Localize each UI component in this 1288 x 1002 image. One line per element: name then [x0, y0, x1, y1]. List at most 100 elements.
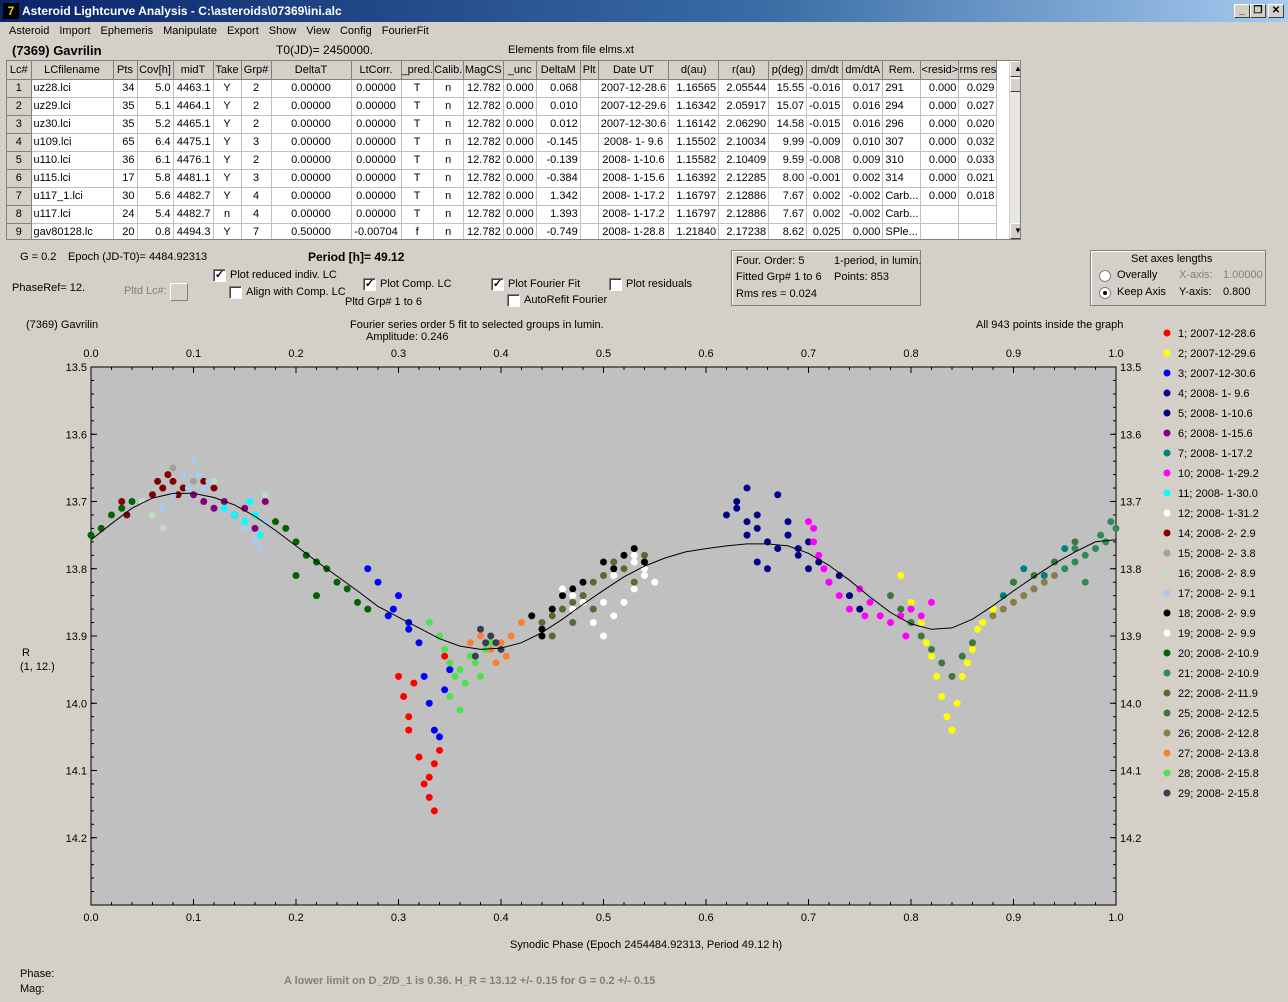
- table-cell[interactable]: n: [433, 187, 464, 206]
- table-cell[interactable]: 0.00000: [351, 151, 402, 170]
- table-cell[interactable]: 8.00: [768, 169, 808, 188]
- table-cell[interactable]: n: [433, 205, 464, 224]
- table-cell[interactable]: 0.000: [920, 151, 960, 170]
- table-cell[interactable]: 2007-12-29.6: [598, 97, 670, 116]
- table-cell[interactable]: 294: [882, 97, 922, 116]
- minimize-button[interactable]: _: [1234, 4, 1250, 18]
- table-cell[interactable]: Y: [213, 115, 242, 134]
- table-cell[interactable]: 0.027: [958, 97, 998, 116]
- table-cell[interactable]: 6.1: [137, 151, 174, 170]
- table-cell[interactable]: 1.393: [536, 205, 581, 224]
- pltd-lc-spinner[interactable]: [170, 283, 188, 301]
- table-cell[interactable]: 15.07: [768, 97, 808, 116]
- table-cell[interactable]: -0.008: [806, 151, 844, 170]
- plot-comp-checkbox[interactable]: ✓: [363, 278, 376, 291]
- lightcurve-chart[interactable]: 0.0 0.0 0.1 0.1 0.2 0.2 0.3 0.3 0.4 0.4 0.5 0.5 0.6 0…: [18, 312, 1280, 960]
- table-cell[interactable]: n: [433, 115, 464, 134]
- table-cell[interactable]: 0.009: [842, 151, 884, 170]
- table-cell[interactable]: 0.00000: [271, 97, 352, 116]
- table-cell[interactable]: 0.000: [503, 223, 537, 239]
- table-cell[interactable]: SPle...: [882, 223, 922, 239]
- table-row[interactable]: 1 uz28.lci 34 5.0 4463.1 Y 2 0.00000 0.00000 Tn 12…: [7, 79, 998, 98]
- table-cell[interactable]: n: [433, 97, 464, 116]
- table-cell[interactable]: 12.782: [463, 79, 504, 98]
- column-header[interactable]: Rem.: [882, 61, 922, 80]
- table-cell[interactable]: 2.06290: [718, 115, 770, 134]
- table-cell[interactable]: 1.16392: [668, 169, 720, 188]
- table-cell[interactable]: 2.12886: [718, 205, 770, 224]
- scroll-down-icon[interactable]: ▼: [1010, 223, 1020, 239]
- table-cell[interactable]: 35: [113, 115, 138, 134]
- table-cell[interactable]: 4494.3: [173, 223, 214, 239]
- table-cell[interactable]: 2.10409: [718, 151, 770, 170]
- column-header[interactable]: rms res: [958, 61, 998, 80]
- menu-manipulate[interactable]: Manipulate: [158, 22, 222, 42]
- menu-fourierfit[interactable]: FourierFit: [377, 22, 434, 42]
- row-number[interactable]: 2: [7, 97, 32, 116]
- table-cell[interactable]: 0.000: [920, 79, 960, 98]
- table-cell[interactable]: 4: [241, 187, 272, 206]
- table-cell[interactable]: 24: [113, 205, 138, 224]
- table-cell[interactable]: n: [433, 223, 464, 239]
- table-cell[interactable]: 3: [241, 169, 272, 188]
- table-cell[interactable]: 4481.1: [173, 169, 214, 188]
- table-cell[interactable]: Y: [213, 169, 242, 188]
- table-cell[interactable]: 0.00000: [271, 151, 352, 170]
- table-cell[interactable]: 5.4: [137, 205, 174, 224]
- table-cell[interactable]: -0.001: [806, 169, 844, 188]
- table-cell[interactable]: 0.010: [536, 97, 581, 116]
- table-cell[interactable]: 1.16797: [668, 187, 720, 206]
- column-header[interactable]: dm/dt: [806, 61, 844, 80]
- table-cell[interactable]: 0.000: [503, 205, 537, 224]
- table-cell[interactable]: 2: [241, 151, 272, 170]
- table-cell[interactable]: 0.000: [503, 79, 537, 98]
- table-cell[interactable]: 15.55: [768, 79, 808, 98]
- menu-show[interactable]: Show: [264, 22, 302, 42]
- table-cell[interactable]: 12.782: [463, 97, 504, 116]
- table-cell[interactable]: gav80128.lc: [31, 223, 114, 239]
- menu-view[interactable]: View: [301, 22, 335, 42]
- column-header[interactable]: MagCS: [463, 61, 504, 80]
- table-cell[interactable]: T: [401, 115, 434, 134]
- table-cell[interactable]: [580, 79, 599, 98]
- table-row[interactable]: 9 gav80128.lc 20 0.8 4494.3 Y 7 0.50000 -0.00704…: [7, 223, 998, 239]
- table-cell[interactable]: 0.000: [503, 115, 537, 134]
- table-cell[interactable]: Y: [213, 187, 242, 206]
- table-cell[interactable]: 2008- 1-28.8: [598, 223, 670, 239]
- table-cell[interactable]: -0.00704: [351, 223, 402, 239]
- table-cell[interactable]: [920, 205, 960, 224]
- table-cell[interactable]: 0.000: [842, 223, 884, 239]
- table-cell[interactable]: 0.002: [842, 169, 884, 188]
- table-cell[interactable]: 2.10034: [718, 133, 770, 152]
- column-header[interactable]: _pred.: [401, 61, 434, 80]
- autorefit-checkbox[interactable]: [507, 294, 520, 307]
- table-cell[interactable]: [958, 205, 998, 224]
- table-cell[interactable]: 12.782: [463, 187, 504, 206]
- table-cell[interactable]: u110.lci: [31, 151, 114, 170]
- plot-area[interactable]: (7369) Gavrilin Fourier series order 5 f…: [18, 312, 1280, 960]
- table-cell[interactable]: n: [213, 205, 242, 224]
- table-cell[interactable]: T: [401, 79, 434, 98]
- table-cell[interactable]: 310: [882, 151, 922, 170]
- table-cell[interactable]: 9.59: [768, 151, 808, 170]
- table-cell[interactable]: 0.000: [503, 151, 537, 170]
- table-cell[interactable]: [580, 223, 599, 239]
- table-cell[interactable]: 0.8: [137, 223, 174, 239]
- table-cell[interactable]: 0.50000: [271, 223, 352, 239]
- table-cell[interactable]: 0.00000: [351, 133, 402, 152]
- table-cell[interactable]: 36: [113, 151, 138, 170]
- table-cell[interactable]: 296: [882, 115, 922, 134]
- table-cell[interactable]: [580, 187, 599, 206]
- scroll-up-icon[interactable]: ▲: [1010, 61, 1020, 77]
- table-cell[interactable]: Y: [213, 79, 242, 98]
- table-cell[interactable]: 12.782: [463, 169, 504, 188]
- lightcurve-table[interactable]: Lc# LCfilename Pts Cov[h] midT Take Grp# DeltaT…: [6, 60, 1021, 240]
- table-cell[interactable]: 20: [113, 223, 138, 239]
- table-cell[interactable]: Y: [213, 223, 242, 239]
- menu-config[interactable]: Config: [335, 22, 377, 42]
- scroll-thumb[interactable]: [1010, 78, 1020, 92]
- table-cell[interactable]: T: [401, 151, 434, 170]
- table-cell[interactable]: 12.782: [463, 115, 504, 134]
- align-comp-checkbox[interactable]: [229, 286, 242, 299]
- table-cell[interactable]: 2008- 1-10.6: [598, 151, 670, 170]
